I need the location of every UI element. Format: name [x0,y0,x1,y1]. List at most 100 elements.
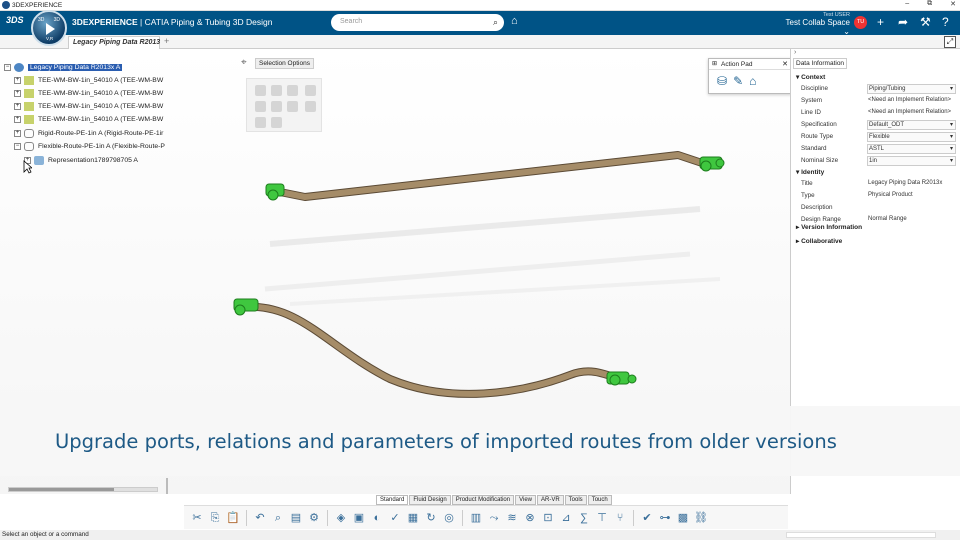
tree-item[interactable]: + TEE-WM-BW-1in_54010 A (TEE-WM-BW [14,101,163,112]
selection-icon[interactable]: ⌖ [241,57,247,68]
tree-item[interactable]: + TEE-WM-BW-1in_54010 A (TEE-WM-BW [14,88,163,99]
section-version[interactable]: ▸ Version Information [796,223,862,231]
search-input[interactable]: Search ⌕ [331,14,504,31]
section-context[interactable]: ▾ Context [796,73,825,81]
bulb-icon[interactable]: ◎ [442,511,456,525]
tab-data-information[interactable]: Data Information [793,58,848,69]
property-value[interactable]: ASTL ▾ [867,144,956,154]
close-icon[interactable]: ✕ [782,60,788,68]
refresh-icon[interactable]: ↻ [424,511,438,525]
toolbar-tab[interactable]: View [515,495,536,505]
property-label: Discipline [801,85,828,92]
ds-logo-icon[interactable]: 3DS [6,15,24,25]
chevron-down-icon[interactable]: ▾ [950,157,953,166]
share-icon[interactable]: ➦ [898,15,908,29]
tree-item[interactable]: − Flexible-Route-PE-1in A (Flexible-Rout… [14,141,165,152]
search-placeholder: Search [340,18,363,25]
panel-splitter[interactable] [166,478,168,494]
chevron-down-icon[interactable]: ▾ [950,145,953,154]
chevron-down-icon[interactable]: ▾ [950,85,953,94]
property-value[interactable]: Piping/Tubing ▾ [867,84,956,94]
restore-icon[interactable]: ⧉ [927,0,932,8]
tree-item-child[interactable]: + Representation1789798705 A [24,155,138,166]
graduation-cap-icon[interactable]: ⌂ [749,74,756,88]
minimize-icon[interactable]: – [905,0,909,8]
undo-icon[interactable]: ↶ [253,511,267,525]
tab-legacy-piping[interactable]: Legacy Piping Data R2013 [68,36,160,49]
add-icon[interactable]: + [877,15,884,29]
expand-node-icon[interactable]: + [14,90,21,97]
fit-icon[interactable]: ⊡ [541,511,555,525]
tree-item[interactable]: + TEE-WM-BW-1in_54010 A (TEE-WM-BW [14,114,163,125]
ok-icon[interactable]: ✔ [640,511,654,525]
database-icon[interactable]: ⛁ [717,74,727,88]
toolbar-tab[interactable]: Standard [376,495,409,505]
property-value[interactable]: Flexible ▾ [867,132,956,142]
property-value[interactable]: <Need an Implement Relation> [867,108,956,118]
expand-node-icon[interactable]: + [14,77,21,84]
close-icon[interactable]: ✕ [950,0,956,8]
check-icon[interactable]: ✓ [388,511,402,525]
scissors-icon[interactable]: ✂ [190,511,204,525]
paste-icon[interactable]: 📋 [226,511,240,525]
toolbar-tab[interactable]: AR-VR [537,495,564,505]
pencil-icon[interactable]: ✎ [733,74,743,88]
caption-text: Upgrade ports, relations and parameters … [55,430,837,453]
property-value[interactable]: Default_ODT ▾ [867,120,956,130]
copy-icon[interactable]: ⎘ [208,511,222,525]
tools-icon[interactable]: ⚒ [920,15,931,29]
user-info[interactable]: Test USER Test Collab Space ⌄ [780,12,850,36]
selection-options[interactable]: ⌖ Selection Options [241,57,314,69]
route-icon[interactable]: ⤳ [487,511,501,525]
property-value[interactable]: <Need an Implement Relation> [867,96,956,106]
collapse-node-icon[interactable]: − [14,143,21,150]
toolbar-tab[interactable]: Tools [564,495,587,505]
collapse-icon[interactable]: − [4,64,11,71]
add-tab-button[interactable]: + [164,36,169,46]
pin-icon[interactable]: ⊞ [712,60,717,67]
gear-icon[interactable]: ⚙ [307,511,321,525]
cube-icon[interactable]: ◈ [334,511,348,525]
property-value[interactable]: 1in ▾ [867,156,956,166]
matrix-icon[interactable]: ▩ [676,511,690,525]
compass-icon[interactable]: 3D 3D V,R [31,10,67,46]
tree-root[interactable]: − Legacy Piping Data R2013x A [4,62,123,73]
toolbar-tab[interactable]: Product Modification [451,495,515,505]
expand-node-icon[interactable]: + [14,130,21,137]
expand-node-icon[interactable]: + [14,103,21,110]
branch-icon[interactable]: ⑂ [613,511,627,525]
tree-item[interactable]: + TEE-WM-BW-1in_54010 A (TEE-WM-BW [14,75,163,86]
valve-icon[interactable]: ⊗ [523,511,537,525]
horizontal-scrollbar[interactable] [8,487,158,492]
section-collaborative[interactable]: ▸ Collaborative [796,237,842,245]
pipe-icon[interactable]: ◐ [370,511,384,525]
connect-icon[interactable]: ⊶ [658,511,672,525]
search-icon[interactable]: ⌕ [493,17,498,28]
help-icon[interactable]: ? [942,15,949,29]
tag-icon[interactable]: ⌂ [511,15,518,27]
tee-icon[interactable]: ⊤ [595,511,609,525]
expand-node-icon[interactable]: + [14,116,21,123]
toolbar-tab[interactable]: Touch [587,495,612,505]
calc-icon[interactable]: ∑ [577,511,591,525]
chevron-right-icon[interactable]: › [794,49,796,56]
book-icon[interactable]: ▤ [289,511,303,525]
section-identity[interactable]: ▾ Identity [796,168,824,176]
property-label: System [801,97,822,104]
zoom-icon[interactable]: ⌕ [271,511,285,525]
table-icon[interactable]: ▥ [469,511,483,525]
flow-icon[interactable]: ≋ [505,511,519,525]
expand-icon[interactable]: ⤢ [944,36,956,48]
collab-space[interactable]: Test Collab Space ⌄ [780,18,850,36]
assembly-icon[interactable]: ▣ [352,511,366,525]
property-value: Legacy Piping Data R2013x [868,180,943,186]
chevron-down-icon[interactable]: ▾ [950,133,953,142]
measure-icon[interactable]: ⊿ [559,511,573,525]
link-icon[interactable]: ⛓ [694,511,708,525]
chevron-down-icon[interactable]: ▾ [950,121,953,130]
toolbar-tab[interactable]: Fluid Design [409,495,451,505]
command-input[interactable] [786,532,936,538]
tree-item[interactable]: + Rigid-Route-PE-1in A (Rigid-Route-PE-1… [14,128,163,139]
avatar[interactable]: TU [854,16,867,29]
grid-icon[interactable]: ▦ [406,511,420,525]
